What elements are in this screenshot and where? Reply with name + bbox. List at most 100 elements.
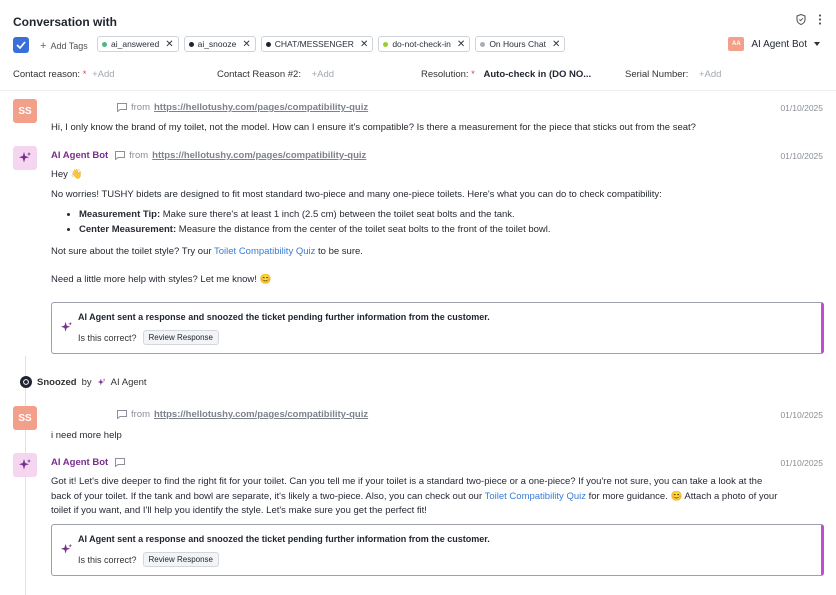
- intro-text: No worries! TUSHY bidets are designed to…: [51, 188, 662, 200]
- ai-review-card: AI Agent sent a response and snoozed the…: [51, 302, 824, 354]
- contact-reason2-label: Contact Reason #2:: [217, 69, 301, 80]
- ai-avatar: [13, 146, 37, 170]
- card-title: AI Agent sent a response and snoozed the…: [78, 312, 490, 322]
- ai-avatar: [13, 453, 37, 477]
- snooze-by: by: [81, 376, 92, 388]
- source-url-link[interactable]: https://hellotushy.com/pages/compatibili…: [154, 102, 368, 113]
- checkmark-icon: [16, 41, 26, 49]
- serial-number-add[interactable]: +Add: [699, 69, 721, 80]
- tag-label: ai_answered: [111, 39, 160, 49]
- quiz-link[interactable]: Toilet Compatibility Quiz: [485, 491, 586, 502]
- card-title: AI Agent sent a response and snoozed the…: [78, 534, 490, 544]
- message-meta: from https://hellotushy.com/pages/compat…: [117, 409, 368, 420]
- snooze-label: Snoozed: [37, 376, 77, 388]
- card-question-row: Is this correct? Review Response: [78, 552, 220, 567]
- message-date: 01/10/2025: [780, 458, 823, 468]
- closing-text: Need a little more help with styles? Let…: [51, 273, 272, 285]
- tag-dot: [102, 41, 107, 47]
- tag-label: CHAT/MESSENGER: [274, 39, 354, 49]
- tag-chip[interactable]: ai_snooze ✕: [183, 36, 256, 52]
- page-title: Conversation with: [13, 15, 118, 29]
- tag-dot: [265, 41, 271, 47]
- message-line: back of your toilet. If the tank and bow…: [51, 490, 778, 502]
- tag-dot: [383, 41, 389, 47]
- add-tags-label: Add Tags: [50, 41, 88, 51]
- resolution-field: Resolution: * Auto-check in (DO NO...: [421, 69, 591, 80]
- from-label: from: [129, 150, 149, 161]
- resolution-value[interactable]: Auto-check in (DO NO...: [484, 69, 592, 80]
- more-options-icon[interactable]: [818, 14, 822, 28]
- assignee-dropdown[interactable]: AA AI Agent Bot: [728, 37, 820, 51]
- tag-label: ai_snooze: [197, 39, 237, 49]
- message-text: i need more help: [51, 430, 122, 441]
- message-meta: AI Agent Bot from https://hellotushy.com…: [51, 150, 366, 161]
- contact-reason-field: Contact reason: * +Add: [13, 69, 115, 80]
- snooze-event: Snoozed by AI Agent: [20, 376, 147, 388]
- tag-label: On Hours Chat: [489, 39, 547, 49]
- tips-list: Measurement Tip: Make sure there's at le…: [51, 208, 821, 237]
- message-date: 01/10/2025: [780, 103, 823, 113]
- snooze-icon: [20, 376, 32, 388]
- avatar: SS: [13, 406, 37, 430]
- card-question: Is this correct?: [78, 332, 137, 343]
- message-date: 01/10/2025: [780, 151, 823, 161]
- serial-number-field: Serial Number: +Add: [625, 69, 721, 80]
- remove-tag-icon[interactable]: ✕: [360, 39, 368, 50]
- ai-review-card: AI Agent sent a response and snoozed the…: [51, 524, 824, 576]
- source-url-link[interactable]: https://hellotushy.com/pages/compatibili…: [154, 409, 368, 420]
- remove-tag-icon[interactable]: ✕: [242, 39, 250, 50]
- sparkle-icon: [19, 152, 31, 163]
- review-response-button[interactable]: Review Response: [142, 330, 220, 345]
- sender-name: AI Agent Bot: [51, 150, 109, 161]
- remove-tag-icon[interactable]: ✕: [552, 39, 560, 50]
- message-text: Hi, I only know the brand of my toilet, …: [51, 122, 696, 133]
- message-line: Got it! Let's dive deeper to find the ri…: [51, 476, 763, 487]
- tag-chip[interactable]: On Hours Chat ✕: [475, 36, 566, 52]
- contact-reason2-field: Contact Reason #2: +Add: [217, 69, 334, 80]
- from-label: from: [131, 102, 150, 113]
- remove-tag-icon[interactable]: ✕: [457, 39, 465, 50]
- tag-label: do-not-check-in: [392, 39, 451, 49]
- contact-reason-label: Contact reason:: [13, 69, 81, 80]
- remove-tag-icon[interactable]: ✕: [165, 39, 173, 50]
- tag-chip[interactable]: do-not-check-in ✕: [378, 36, 471, 52]
- message-body: Got it! Let's dive deeper to find the ri…: [51, 475, 826, 519]
- message-meta: from https://hellotushy.com/pages/compat…: [117, 102, 368, 113]
- list-item: Measurement Tip: Make sure there's at le…: [79, 208, 821, 223]
- tag-dot: [188, 41, 194, 47]
- header-divider: [0, 90, 836, 91]
- message-line: toilet if you want, and I'll help you id…: [51, 505, 427, 516]
- source-url-link[interactable]: https://hellotushy.com/pages/compatibili…: [152, 150, 366, 161]
- chat-icon: [115, 151, 126, 160]
- plus-icon: +: [40, 40, 47, 52]
- select-checkbox[interactable]: [13, 37, 29, 53]
- chat-icon: [115, 458, 126, 467]
- greeting-text: Hey 👋: [51, 169, 83, 180]
- shield-icon[interactable]: [796, 13, 806, 28]
- contact-reason2-add[interactable]: +Add: [312, 69, 334, 80]
- add-tags-button[interactable]: + Add Tags: [40, 40, 88, 52]
- serial-number-label: Serial Number:: [625, 69, 689, 80]
- message-meta: AI Agent Bot: [51, 457, 126, 468]
- sender-name: AI Agent Bot: [51, 457, 109, 468]
- avatar: SS: [13, 99, 37, 123]
- ticket-fields: Contact reason: * +Add Contact Reason #2…: [13, 69, 836, 81]
- review-response-button[interactable]: Review Response: [142, 552, 220, 567]
- header-actions: [796, 13, 822, 28]
- message-body: Hey 👋 No worries! TUSHY bidets are desig…: [51, 168, 821, 287]
- quiz-text: Not sure about the toilet style? Try our…: [51, 246, 363, 257]
- card-question: Is this correct?: [78, 554, 137, 565]
- agent-avatar: AA: [728, 37, 745, 51]
- quiz-link[interactable]: Toilet Compatibility Quiz: [214, 246, 315, 257]
- caret-down-icon: [814, 42, 820, 46]
- sparkle-icon: [19, 459, 31, 470]
- sparkle-icon: [97, 378, 105, 385]
- required-marker: *: [471, 69, 475, 80]
- tag-chip[interactable]: CHAT/MESSENGER ✕: [260, 36, 374, 52]
- tag-chip[interactable]: ai_answered ✕: [97, 36, 179, 52]
- contact-reason-add[interactable]: +Add: [92, 69, 114, 80]
- chat-icon: [117, 103, 127, 112]
- chat-icon: [117, 410, 127, 419]
- list-item: Center Measurement: Measure the distance…: [79, 223, 821, 238]
- sparkle-icon: [60, 543, 73, 554]
